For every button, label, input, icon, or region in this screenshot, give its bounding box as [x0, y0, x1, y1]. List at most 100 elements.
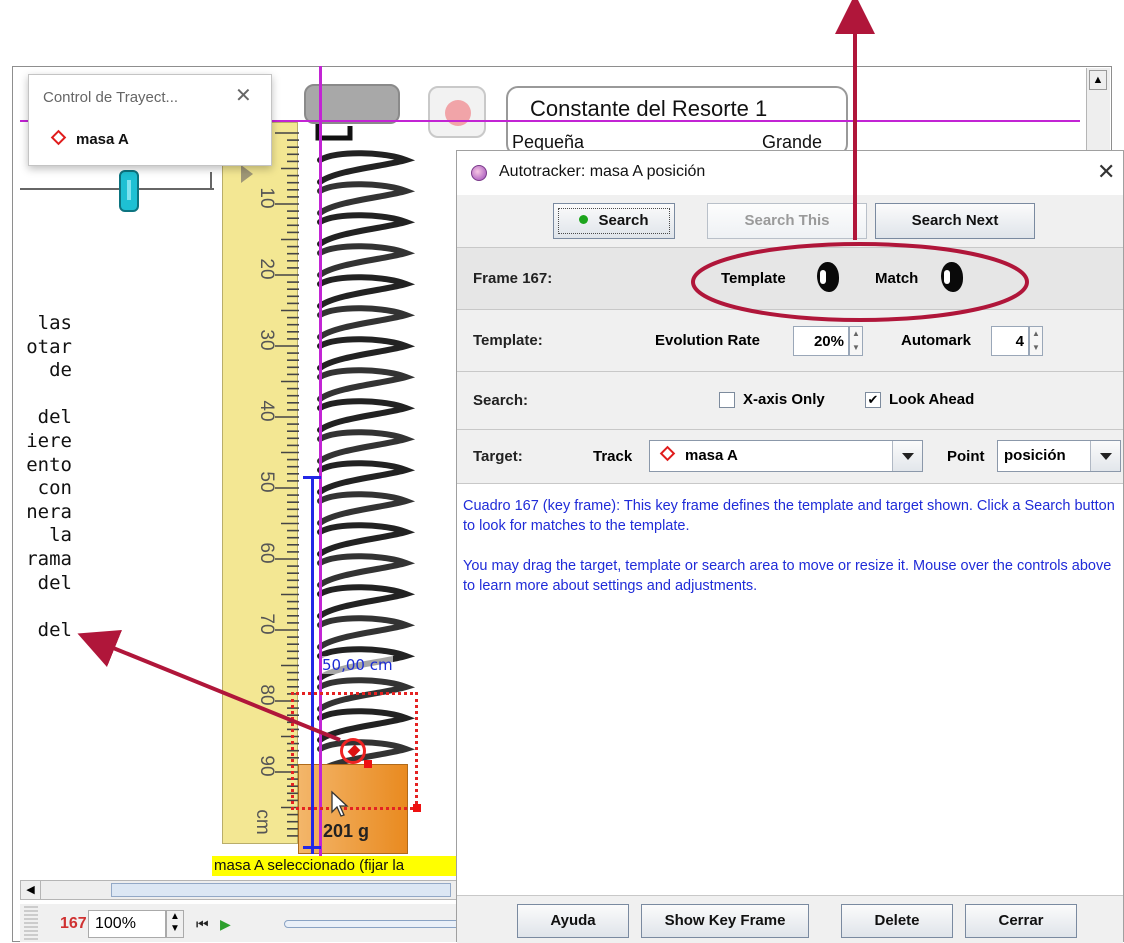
- evolution-rate-field[interactable]: 20%: [793, 326, 849, 356]
- instructions-text-fragment: las otar de del iere ento con nera la ra…: [26, 312, 72, 641]
- record-button[interactable]: [428, 86, 486, 138]
- info-paragraph: You may drag the target, template or sea…: [463, 558, 1112, 594]
- match-image: [941, 262, 963, 292]
- ruler-number: 20: [256, 258, 277, 280]
- xaxis-only-label[interactable]: X-axis Only: [743, 391, 825, 408]
- track-select[interactable]: masa A: [649, 440, 923, 472]
- ruler-number: 30: [256, 329, 277, 351]
- dialog-titlebar[interactable]: Autotracker: masa A posición ✕: [457, 151, 1123, 195]
- autotracker-icon: [471, 165, 487, 181]
- point-label: Point: [947, 448, 985, 465]
- spring-slider-end: [210, 172, 212, 190]
- mass-label: 201 g: [323, 821, 370, 841]
- scroll-left-icon[interactable]: ◀: [21, 881, 41, 899]
- spring-coil: [317, 584, 416, 619]
- autotracker-dialog: Autotracker: masa A posición ✕ Search Se…: [456, 150, 1124, 943]
- ruler-number: 60: [256, 542, 277, 564]
- drag-grip-icon[interactable]: [24, 906, 38, 940]
- chevron-down-icon[interactable]: [892, 441, 922, 471]
- search-next-button[interactable]: Search Next: [875, 203, 1035, 239]
- trajectory-window-title: Control de Trayect...: [43, 89, 179, 106]
- spring-coil: [317, 491, 416, 526]
- info-text-area: Cuadro 167 (key frame): This key frame d…: [457, 483, 1123, 895]
- template-image: [817, 262, 839, 292]
- target-label: Target:: [473, 448, 523, 465]
- spring-coil: [317, 336, 416, 371]
- spring-coil: [317, 615, 416, 650]
- dialog-footer: Ayuda Show Key Frame Delete Cerrar: [457, 895, 1123, 943]
- ruler-unit: cm: [252, 809, 273, 835]
- help-button[interactable]: Ayuda: [517, 904, 629, 938]
- zoom-spinner[interactable]: ▲ ▼: [166, 910, 184, 938]
- evolution-rate-spinner[interactable]: ▲ ▼: [849, 326, 863, 356]
- scroll-up-icon[interactable]: ▲: [1089, 70, 1107, 90]
- spring-coil: [317, 553, 416, 588]
- spring-coil: [317, 522, 416, 557]
- target-row: Target: Track masa A Point posición: [457, 429, 1123, 483]
- look-ahead-label[interactable]: Look Ahead: [889, 391, 974, 408]
- play-icon[interactable]: ▶: [220, 916, 231, 933]
- playback-slider[interactable]: [284, 920, 464, 928]
- template-resize-handle[interactable]: [364, 760, 372, 768]
- scroll-thumb[interactable]: [111, 883, 451, 897]
- frame-number[interactable]: 167: [60, 915, 87, 933]
- automark-spinner[interactable]: ▲ ▼: [1029, 326, 1043, 356]
- spring-coil: [317, 398, 416, 433]
- spring-constant-title: Constante del Resorte 1: [530, 96, 768, 121]
- record-icon: [445, 100, 471, 126]
- ruler[interactable]: 10 20 30 40 50 60 70 80 90 cm: [222, 122, 299, 844]
- slider-thumb-grip: [127, 180, 131, 200]
- search-settings-label: Search:: [473, 392, 529, 409]
- spring-coil: [317, 305, 416, 340]
- template-settings-label: Template:: [473, 332, 543, 349]
- track-label: Track: [593, 448, 633, 465]
- spring-coil: [317, 429, 416, 464]
- spring-coil: [317, 274, 416, 309]
- ruler-number: 70: [256, 613, 277, 635]
- close-icon[interactable]: ✕: [1097, 159, 1115, 185]
- frame-label: Frame 167:: [473, 270, 553, 287]
- diamond-icon: [50, 129, 67, 146]
- look-ahead-checkbox[interactable]: ✔: [865, 392, 881, 408]
- spring-slider-track: [20, 178, 214, 190]
- step-back-icon[interactable]: ⏮: [196, 916, 209, 933]
- horizontal-scrollbar[interactable]: ◀: [20, 880, 460, 900]
- target-marker[interactable]: [340, 738, 366, 764]
- xaxis-only-checkbox[interactable]: [719, 392, 735, 408]
- ruler-number: 50: [256, 471, 277, 493]
- focus-ring: [558, 208, 670, 234]
- search-button[interactable]: Search: [553, 203, 675, 239]
- close-button[interactable]: Cerrar: [965, 904, 1077, 938]
- automark-label: Automark: [901, 332, 972, 349]
- chevron-down-icon[interactable]: [1090, 441, 1120, 471]
- track-select-value: masa A: [659, 445, 738, 464]
- ruler-number: 10: [256, 187, 277, 209]
- template-row: Template: Evolution Rate 20% ▲ ▼ Automark…: [457, 309, 1123, 371]
- ruler-number: 40: [256, 400, 277, 422]
- trajectory-control-window: Control de Trayect... ✕ masa A: [28, 74, 272, 166]
- info-paragraph: Cuadro 167 (key frame): This key frame d…: [463, 498, 1115, 534]
- spring: [315, 122, 416, 774]
- delete-button[interactable]: Delete: [841, 904, 953, 938]
- search-resize-handle[interactable]: [413, 804, 421, 812]
- automark-field[interactable]: 4: [991, 326, 1029, 356]
- spring-coil: [317, 150, 416, 185]
- show-key-frame-button[interactable]: Show Key Frame: [641, 904, 809, 938]
- ruler-number: 80: [256, 684, 277, 706]
- selection-status: masa A seleccionado (fijar la: [212, 856, 460, 876]
- axis-end-cap: [303, 846, 321, 849]
- diamond-icon: [659, 445, 676, 462]
- zoom-field[interactable]: 100%: [88, 910, 166, 938]
- mouse-cursor-icon: [331, 790, 349, 817]
- player-bar: 167 100% ▲ ▼ ⏮ ▶: [20, 904, 464, 942]
- close-icon[interactable]: ✕: [235, 83, 252, 108]
- search-this-button[interactable]: Search This: [707, 203, 867, 239]
- axis-end-cap: [303, 476, 321, 479]
- frame-row: Frame 167: Template Match: [457, 247, 1123, 309]
- search-row: Search: X-axis Only ✔ Look Ahead: [457, 371, 1123, 429]
- spring-slider-thumb[interactable]: [119, 170, 139, 212]
- track-item-masa-a[interactable]: masa A: [50, 129, 129, 148]
- track-item-label: masa A: [76, 131, 129, 148]
- spring-coil: [317, 181, 416, 216]
- point-select[interactable]: posición: [997, 440, 1121, 472]
